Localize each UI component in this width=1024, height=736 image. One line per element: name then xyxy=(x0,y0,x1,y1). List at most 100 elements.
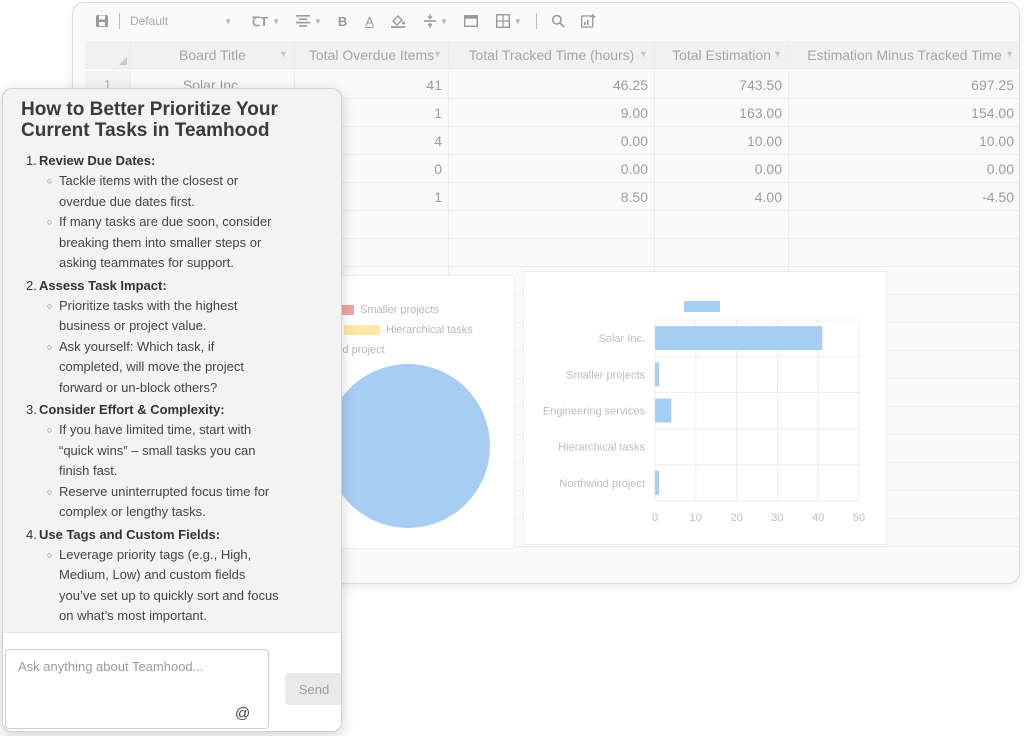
bullet-item: ○ Leverage priority tags (e.g., High, Med… xyxy=(47,545,323,627)
bullet-list: ○ Tackle items with the closest or overdu… xyxy=(47,171,323,274)
step-number: 3. xyxy=(26,402,37,417)
font-size-icon[interactable]: ꞆT ▼ xyxy=(252,9,280,33)
column-header-label: Board Title xyxy=(179,46,246,63)
x-tick-label: 50 xyxy=(853,512,865,524)
app-stage: Default ▼ ꞆT ▼ ▼ B A ▼ ▼ Board Title ▼ T… xyxy=(0,0,1024,736)
font-color-icon[interactable]: A xyxy=(365,9,374,33)
fill-color-icon[interactable] xyxy=(390,9,406,33)
y-tick-label: Hierarchical tasks xyxy=(558,442,645,454)
toolbar-divider xyxy=(535,13,537,29)
y-tick-label: Engineering services xyxy=(543,406,646,418)
step-item: 3. Consider Effort & Complexity: ○ If you h… xyxy=(21,400,323,523)
step-heading-text: Use Tags and Custom Fields: xyxy=(39,526,221,542)
table-cell[interactable]: 0.00 xyxy=(655,155,789,183)
merge-icon[interactable] xyxy=(463,9,478,33)
table-cell[interactable]: -4.50 xyxy=(789,183,1019,211)
bullet-circle-icon: ○ xyxy=(47,549,53,560)
search-icon[interactable] xyxy=(551,9,565,33)
bullet-item: ○ Ask yourself: Which task, if completed,… xyxy=(47,337,323,399)
table-cell[interactable]: 0.00 xyxy=(449,127,655,155)
bar[interactable] xyxy=(655,326,823,351)
align-icon[interactable]: ▼ xyxy=(295,9,322,33)
table-cell[interactable]: 743.50 xyxy=(655,71,789,99)
bullet-text: Tackle items with the closest or overdue… xyxy=(59,173,239,209)
chevron-down-icon: ▼ xyxy=(513,16,522,26)
table-cell[interactable]: 0.00 xyxy=(449,155,655,183)
table-cell[interactable]: 46.25 xyxy=(449,71,655,99)
table-cell[interactable]: 10.00 xyxy=(655,127,789,155)
pie-chart xyxy=(336,364,490,528)
bar-legend-swatch[interactable] xyxy=(684,301,720,312)
pie-slice[interactable] xyxy=(336,364,490,528)
y-tick-label: Smaller projects xyxy=(566,369,645,381)
style-select[interactable]: Default ▼ xyxy=(130,9,238,33)
table-cell[interactable]: 697.25 xyxy=(789,71,1019,99)
chat-message-title: How to Better Prioritize Your Current Ta… xyxy=(21,99,278,141)
bullet-text: Leverage priority tags (e.g., High, Medi… xyxy=(59,546,279,624)
select-all-corner[interactable] xyxy=(85,41,131,69)
column-header[interactable]: Total Tracked Time (hours) ▼ xyxy=(449,41,655,69)
filter-icon[interactable]: ▼ xyxy=(639,49,648,59)
bullet-circle-icon: ○ xyxy=(47,217,53,227)
y-tick-label: Solar Inc. xyxy=(599,333,645,345)
table-cell[interactable]: 4.00 xyxy=(655,183,789,211)
table-cell[interactable]: 154.00 xyxy=(789,99,1019,127)
chat-input[interactable] xyxy=(5,649,269,729)
column-header[interactable]: Total Overdue Items ▼ xyxy=(295,41,449,69)
ai-chat-panel: How to Better Prioritize Your Current Ta… xyxy=(2,88,342,732)
bullet-circle-icon: ○ xyxy=(47,341,53,352)
bar[interactable] xyxy=(655,398,672,423)
toolbar: Default ▼ ꞆT ▼ ▼ B A ▼ ▼ xyxy=(73,3,1019,39)
column-header-label: Total Estimation xyxy=(672,46,771,63)
bullet-text: Ask yourself: Which task, if completed, … xyxy=(59,338,244,395)
x-tick-label: 40 xyxy=(812,512,824,524)
step-heading: 3. Consider Effort & Complexity: xyxy=(21,400,323,420)
bullet-item: ○ Prioritize tasks with the highest busin… xyxy=(47,296,323,337)
table-cell[interactable]: 9.00 xyxy=(449,99,655,127)
bar[interactable] xyxy=(655,362,660,387)
empty-cell[interactable] xyxy=(789,239,1019,267)
column-header[interactable]: Total Estimation ▼ xyxy=(655,41,789,69)
bold-icon[interactable]: B xyxy=(338,9,347,33)
add-chart-icon[interactable] xyxy=(580,9,596,33)
column-header[interactable]: Estimation Minus Tracked Time ▼ xyxy=(789,41,1019,69)
filter-icon[interactable]: ▼ xyxy=(1005,49,1014,59)
valign-icon[interactable]: ▼ xyxy=(423,9,448,33)
filter-icon[interactable]: ▼ xyxy=(773,49,782,59)
step-number: 2. xyxy=(26,277,37,293)
table-cell[interactable]: 8.50 xyxy=(449,183,655,211)
send-button[interactable]: Send xyxy=(285,673,341,705)
step-number: 1. xyxy=(26,153,37,168)
chat-message: How to Better Prioritize Your Current Ta… xyxy=(3,89,341,633)
bullet-text: Prioritize tasks with the highest busine… xyxy=(59,297,238,334)
save-icon[interactable] xyxy=(95,9,109,33)
chevron-down-icon: ▼ xyxy=(439,16,448,26)
empty-cell[interactable] xyxy=(655,211,789,239)
borders-icon[interactable]: ▼ xyxy=(495,9,522,33)
bullet-text: If many tasks are due soon, consider bre… xyxy=(59,214,272,270)
bar-chart-card: Solar Inc. Smaller projects Engineering se… xyxy=(523,271,887,545)
step-heading: 2. Assess Task Impact: xyxy=(21,276,323,296)
chevron-down-icon: ▼ xyxy=(272,16,280,26)
chevron-down-icon: ▼ xyxy=(313,16,322,26)
font-size-label: ꞆT xyxy=(252,14,269,29)
step-heading-text: Assess Task Impact: xyxy=(39,277,167,293)
column-header[interactable]: Board Title ▼ xyxy=(131,41,295,69)
x-tick-label: 10 xyxy=(690,512,702,524)
step-number: 4. xyxy=(26,526,37,542)
table-cell[interactable]: 10.00 xyxy=(789,127,1019,155)
font-color-label: A xyxy=(365,13,374,29)
corner-triangle-icon xyxy=(119,57,127,65)
table-cell[interactable]: 163.00 xyxy=(655,99,789,127)
table-cell[interactable]: 0.00 xyxy=(789,155,1019,183)
bar[interactable] xyxy=(655,470,660,495)
step-item: 2. Assess Task Impact: ○ Prioritize tasks w… xyxy=(21,276,323,399)
x-tick-label: 30 xyxy=(771,512,783,524)
filter-icon[interactable]: ▼ xyxy=(279,49,288,59)
empty-cell[interactable] xyxy=(449,239,655,267)
empty-cell[interactable] xyxy=(789,211,1019,239)
empty-cell[interactable] xyxy=(449,211,655,239)
filter-icon[interactable]: ▼ xyxy=(433,49,442,59)
mention-icon[interactable]: @ xyxy=(235,705,250,722)
empty-cell[interactable] xyxy=(655,239,789,267)
